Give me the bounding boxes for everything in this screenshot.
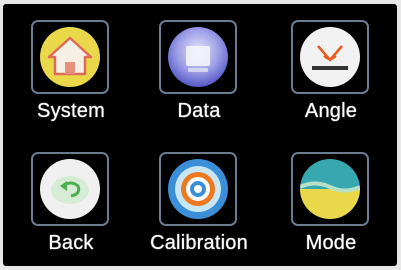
- data-button[interactable]: Data: [139, 8, 259, 140]
- angle-icon-frame: [291, 20, 369, 94]
- calibration-icon-frame: [159, 152, 237, 226]
- calibration-icon: [168, 159, 228, 219]
- system-icon-frame: [31, 20, 109, 94]
- menu-screen: System Data Angle Back Calibration Mode: [3, 4, 397, 266]
- mode-icon: [300, 159, 360, 219]
- back-icon: [40, 159, 100, 219]
- mode-label: Mode: [305, 232, 357, 254]
- data-icon: [168, 27, 228, 87]
- back-button[interactable]: Back: [11, 140, 131, 266]
- data-icon-frame: [159, 20, 237, 94]
- back-icon-frame: [31, 152, 109, 226]
- calibration-button[interactable]: Calibration: [139, 140, 259, 266]
- angle-label: Angle: [304, 100, 358, 122]
- angle-button[interactable]: Angle: [271, 8, 391, 140]
- mode-button[interactable]: Mode: [271, 140, 391, 266]
- angle-icon: [300, 27, 360, 87]
- system-button[interactable]: System: [11, 8, 131, 140]
- home-icon: [40, 27, 100, 87]
- mode-icon-frame: [291, 152, 369, 226]
